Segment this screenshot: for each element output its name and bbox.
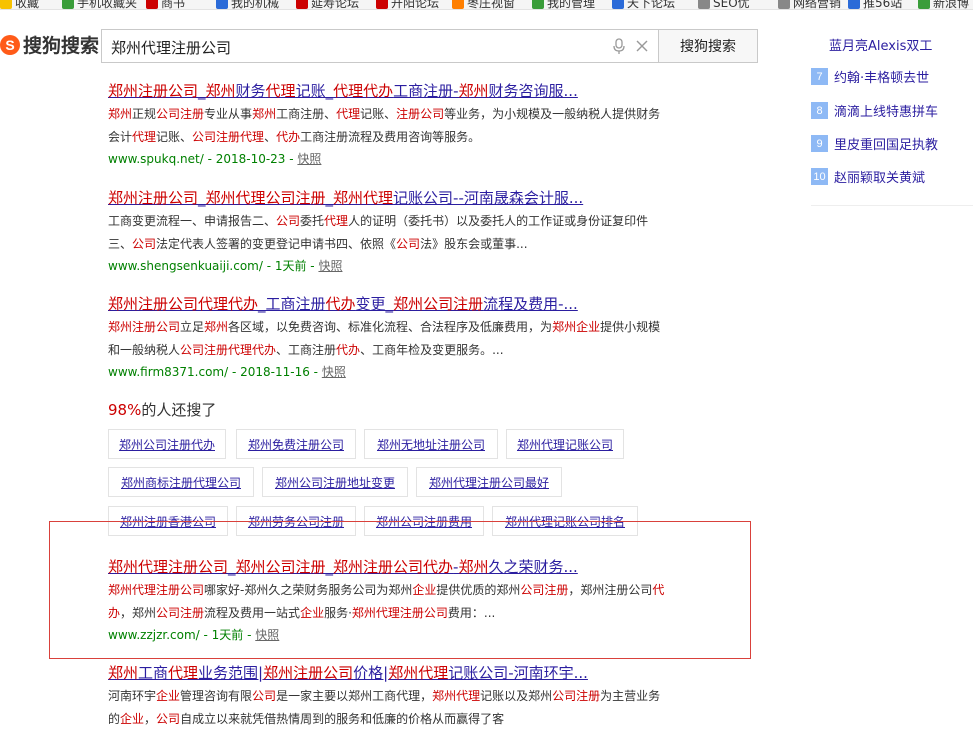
bookmark-label: 开阳论坛 (391, 0, 440, 10)
bookmark-label: 商书 (161, 0, 186, 10)
bookmark-icon (0, 0, 12, 9)
result-snippet: 河南环宇企业管理咨询有限公司是一家主要以郑州工商代理，郑州代理记账以及郑州公司注… (108, 689, 661, 726)
bookmark-label: SEO优 (713, 0, 750, 10)
result-title-link[interactable]: 郑州注册公司_郑州财务代理记账_代理代办工商注册-郑州财务咨询服... (108, 80, 708, 101)
bookmark-icon (778, 0, 790, 9)
result-url: www.firm8371.com/ - 2018-11-16 - 快照 (108, 365, 346, 379)
sogou-logo[interactable]: S 搜狗搜索 (0, 31, 99, 58)
search-result: 郑州注册公司_郑州代理公司注册_郑州代理记账公司--河南晟森会计服... 工商变更… (108, 187, 708, 276)
logo-text: 搜狗搜索 (23, 35, 100, 57)
also-searched-heading: 98%的人还搜了 (108, 399, 216, 420)
bookmark-icon (612, 0, 624, 9)
bookmark-item[interactable]: 新浪博 (918, 0, 970, 10)
search-result: 郑州工商代理业务范围|郑州注册公司价格|郑州代理记账公司-河南环宇... 河南环宇… (108, 662, 708, 731)
snapshot-link[interactable]: 快照 (318, 259, 342, 273)
search-query-text: 郑州代理注册公司 (111, 39, 232, 57)
bookmark-icon (452, 0, 464, 9)
search-input[interactable]: 郑州代理注册公司 (101, 29, 659, 63)
rank-item-text: 滴滴上线特惠拼车 (834, 105, 939, 120)
rank-item-text: 里皮重回国足执教 (834, 138, 939, 153)
search-button[interactable]: 搜狗搜索 (658, 29, 758, 63)
related-search-tag[interactable]: 郑州免费注册公司 (236, 429, 356, 459)
bookmark-item[interactable]: 推56站 (848, 0, 903, 10)
bookmark-icon (532, 0, 544, 9)
bookmark-label: 我的管理 (547, 0, 596, 10)
bookmark-item[interactable]: 网络营销 (778, 0, 842, 10)
result-snippet: 郑州正规公司注册专业从事郑州工商注册、代理记账、注册公司等业务，为小规模及一般纳… (108, 107, 661, 144)
sogou-logo-icon: S (0, 34, 20, 55)
rank-number: 8 (811, 102, 828, 119)
also-searched-text: 的人还搜了 (141, 401, 217, 419)
bookmark-icon (918, 0, 930, 9)
microphone-icon[interactable] (612, 38, 626, 55)
result-snippet: 工商变更流程一、申请报告二、公司委托代理人的证明（委托书）以及委托人的工作证或身… (108, 214, 649, 251)
bookmark-label: 手机收藏夹 (77, 0, 138, 10)
bookmark-item[interactable]: 商书 (146, 0, 186, 10)
related-search-tag[interactable]: 郑州代理注册公司最好 (416, 467, 562, 497)
bookmark-item[interactable]: SEO优 (698, 0, 750, 10)
clear-icon[interactable] (635, 39, 649, 53)
bookmark-icon (376, 0, 388, 9)
bookmark-item[interactable]: 我的管理 (532, 0, 596, 10)
bookmark-item[interactable]: 手机收藏夹 (62, 0, 138, 10)
bookmark-label: 新浪博 (933, 0, 970, 10)
snapshot-link[interactable]: 快照 (297, 152, 321, 166)
sidebar-rank-item[interactable]: 9 里皮重回国足执教 (811, 130, 973, 157)
rank-number: 10 (811, 168, 828, 185)
result-url: www.shengsenkuaiji.com/ - 1天前 - 快照 (108, 259, 343, 273)
rank-num: 7 (811, 68, 828, 85)
bookmark-label: 推56站 (863, 0, 903, 10)
rank-item-text: 蓝月亮Alexis双工 (829, 39, 933, 54)
related-search-tag[interactable]: 郑州商标注册代理公司 (108, 467, 254, 497)
bookmark-icon (146, 0, 158, 9)
bookmark-icon (848, 0, 860, 9)
rank-item-text: 赵丽颖取关黄斌 (834, 171, 926, 186)
bookmark-label: 网络营销 (793, 0, 842, 10)
sidebar-rank-item[interactable]: 8 滴滴上线特惠拼车 (811, 97, 973, 124)
snapshot-link[interactable]: 快照 (322, 365, 346, 379)
related-search-tag[interactable]: 郑州公司注册代办 (108, 429, 226, 459)
bookmarks-bar: 收藏 手机收藏夹 商书 我的机械 延寿论坛 开阳论坛 枣庄视窗 我的管理 天下论坛 SEO优 网络营… (0, 0, 973, 10)
related-search-tag[interactable]: 郑州无地址注册公司 (364, 429, 498, 459)
result-title-link[interactable]: 郑州注册公司代理代办_工商注册代办变更_郑州公司注册流程及费用-... (108, 293, 708, 314)
sidebar-rank-item-partial[interactable]: 蓝月亮Alexis双工 (811, 31, 973, 58)
highlight-box (49, 521, 751, 659)
bookmark-icon (698, 0, 710, 9)
sidebar-rank-item[interactable]: 10 赵丽颖取关黄斌 (811, 163, 973, 190)
rank-item-text: 约翰·丰格顿去世 (834, 71, 930, 86)
rank-number: 9 (811, 135, 828, 152)
bookmark-label: 延寿论坛 (311, 0, 360, 10)
bookmark-icon (216, 0, 228, 9)
bookmark-icon (62, 0, 74, 9)
related-search-tag[interactable]: 郑州公司注册地址变更 (262, 467, 408, 497)
related-search-tag[interactable]: 郑州代理记账公司 (506, 429, 624, 459)
bookmark-label: 枣庄视窗 (467, 0, 516, 10)
result-title-link[interactable]: 郑州工商代理业务范围|郑州注册公司价格|郑州代理记账公司-河南环宇... (108, 662, 708, 683)
bookmark-item[interactable]: 天下论坛 (612, 0, 676, 10)
result-url: www.spukq.net/ - 2018-10-23 - 快照 (108, 152, 322, 166)
search-result: 郑州注册公司_郑州财务代理记账_代理代办工商注册-郑州财务咨询服... 郑州正规公… (108, 80, 708, 169)
result-snippet: 郑州注册公司立足郑州各区域，以免费咨询、标准化流程、合法程序及低廉费用，为郑州企… (108, 320, 661, 357)
bookmark-item[interactable]: 开阳论坛 (376, 0, 440, 10)
sidebar-rank-item-partial[interactable]: 7 约翰·丰格顿去世 (811, 63, 973, 90)
search-result: 郑州注册公司代理代办_工商注册代办变更_郑州公司注册流程及费用-... 郑州注册公… (108, 293, 708, 382)
bookmark-item[interactable]: 枣庄视窗 (452, 0, 516, 10)
also-searched-percent: 98% (108, 401, 142, 419)
sidebar-divider (811, 205, 973, 206)
result-title-link[interactable]: 郑州注册公司_郑州代理公司注册_郑州代理记账公司--河南晟森会计服... (108, 187, 708, 208)
bookmark-icon (296, 0, 308, 9)
bookmark-item[interactable]: 延寿论坛 (296, 0, 360, 10)
bookmark-label: 天下论坛 (627, 0, 676, 10)
bookmark-label: 收藏 (15, 0, 40, 10)
bookmark-label: 我的机械 (231, 0, 280, 10)
bookmark-item[interactable]: 我的机械 (216, 0, 280, 10)
bookmark-item[interactable]: 收藏 (0, 0, 40, 10)
